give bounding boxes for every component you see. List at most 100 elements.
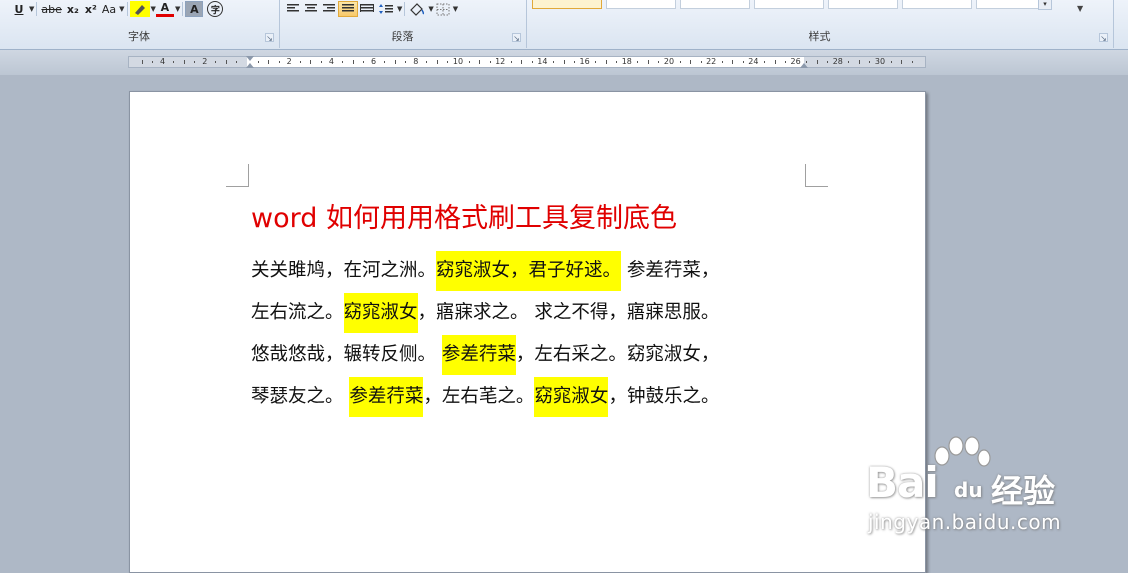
watermark-brand: Bai <box>866 458 939 507</box>
justify-icon[interactable] <box>338 1 358 17</box>
style-gallery-item[interactable] <box>680 0 750 9</box>
ruler-tick <box>785 61 787 63</box>
gallery-more-icon[interactable]: ▾ <box>1038 0 1052 10</box>
underline-button[interactable]: U <box>10 1 28 17</box>
change-case-dropdown-icon[interactable]: ▼ <box>119 5 124 13</box>
ruler-tick <box>468 61 470 63</box>
ruler-left-margin <box>129 57 247 67</box>
borders-icon[interactable] <box>434 1 452 17</box>
ruler-number: 4 <box>160 57 166 66</box>
styles-gallery <box>532 0 1050 10</box>
highlighted-text[interactable]: 窈窕淑女，君子好逑。 <box>436 251 622 291</box>
text-run[interactable]: ，钟鼓乐之。 <box>608 386 719 407</box>
strikethrough-button[interactable]: abe <box>39 1 64 17</box>
ruler-tick <box>394 60 396 64</box>
body-line[interactable]: 悠哉悠哉，辗转反侧。 参差荇菜，左右采之。窈窕淑女， <box>251 334 811 376</box>
subscript-button[interactable]: x₂ <box>64 1 82 17</box>
line-spacing-icon[interactable] <box>376 1 396 17</box>
ruler-tick <box>911 61 913 63</box>
line-spacing-dropdown-icon[interactable]: ▼ <box>397 5 402 13</box>
document-page[interactable]: word 如何用用格式刷工具复制底色 关关雎鸠，在河之洲。窈窕淑女，君子好逑。 … <box>129 91 926 573</box>
ruler-tick <box>363 61 365 63</box>
ruler-number: 2 <box>286 57 292 66</box>
borders-dropdown-icon[interactable]: ▼ <box>453 5 458 13</box>
ruler-tick <box>531 61 533 63</box>
ruler-number: 22 <box>706 57 717 66</box>
ruler-number: 26 <box>790 57 801 66</box>
highlighted-text[interactable]: 参差荇菜 <box>349 377 424 417</box>
text-run[interactable]: ，寤寐求之。 求之不得，寤寐思服。 <box>418 302 720 323</box>
ruler-number: 16 <box>579 57 590 66</box>
ruler-tick <box>605 60 607 64</box>
font-color-dropdown-icon[interactable]: ▼ <box>175 5 180 13</box>
character-shading-button[interactable]: A <box>185 1 204 17</box>
body-line[interactable]: 左右流之。窈窕淑女，寤寐求之。 求之不得，寤寐思服。 <box>251 292 811 334</box>
crop-mark-top-left <box>226 164 249 187</box>
ruler-tick <box>552 61 554 63</box>
text-highlight-icon[interactable] <box>129 1 150 17</box>
style-gallery-item[interactable] <box>976 0 1046 9</box>
ruler-tick <box>320 61 322 63</box>
ruler-tick <box>447 61 449 63</box>
watermark-brand-cn: 经验 <box>991 472 1056 510</box>
text-run[interactable]: 参差荇菜， <box>621 260 720 281</box>
text-run[interactable]: 左右流之。 <box>251 302 344 323</box>
align-left-icon[interactable] <box>284 1 302 17</box>
text-run[interactable]: 悠哉悠哉，辗转反侧。 <box>251 344 442 365</box>
styles-group-label: 样式 <box>808 30 831 43</box>
underline-dropdown-icon[interactable]: ▼ <box>29 5 34 13</box>
style-gallery-item[interactable] <box>606 0 676 9</box>
align-right-icon[interactable] <box>320 1 338 17</box>
ruler-tick <box>268 60 270 64</box>
ruler-tick <box>742 61 744 63</box>
ruler-tick <box>479 60 481 64</box>
style-gallery-item[interactable] <box>828 0 898 9</box>
horizontal-ruler[interactable]: 4 2 2 4 6 8 10 12 14 16 18 20 22 24 26 28 30 <box>128 56 926 68</box>
superscript-button[interactable]: x² <box>82 1 100 17</box>
enclose-characters-button[interactable]: 字 <box>207 1 224 17</box>
ruler-tick <box>310 60 312 64</box>
document-title[interactable]: word 如何用用格式刷工具复制底色 <box>251 201 677 237</box>
group-separator <box>1113 0 1114 48</box>
styles-dialog-launcher-icon[interactable]: ↘ <box>1099 33 1108 43</box>
shading-icon[interactable] <box>407 1 427 17</box>
ruler-tick <box>436 60 438 64</box>
document-body[interactable]: 关关雎鸠，在河之洲。窈窕淑女，君子好逑。 参差荇菜， 左右流之。窈窕淑女，寤寐求之… <box>251 250 811 418</box>
style-gallery-item[interactable] <box>754 0 824 9</box>
text-run[interactable]: ，左右采之。窈窕淑女， <box>516 344 720 365</box>
paragraph-group: ▼ ▼ ▼ 段落 ↘ <box>280 0 525 48</box>
body-line[interactable]: 关关雎鸠，在河之洲。窈窕淑女，君子好逑。 参差荇菜， <box>251 250 811 292</box>
ruler-tick <box>278 61 280 63</box>
highlighted-text[interactable]: 窈窕淑女 <box>534 377 609 417</box>
ruler-tick <box>616 61 618 63</box>
ruler-number: 8 <box>413 57 419 66</box>
highlighted-text[interactable]: 窈窕淑女 <box>343 293 418 333</box>
style-gallery-item[interactable] <box>902 0 972 9</box>
ruler-number: 2 <box>202 57 208 66</box>
highlighted-text[interactable]: 参差荇菜 <box>441 335 516 375</box>
right-indent-marker[interactable] <box>800 63 808 68</box>
style-gallery-item[interactable] <box>532 0 602 9</box>
text-run[interactable]: 琴瑟友之。 <box>251 386 349 407</box>
text-run[interactable]: ，左右芼之。 <box>423 386 534 407</box>
first-line-indent-marker[interactable] <box>246 56 254 61</box>
ruler-tick <box>257 61 259 63</box>
font-dialog-launcher-icon[interactable]: ↘ <box>265 33 274 43</box>
watermark-url: jingyan.baidu.com <box>868 510 1062 534</box>
ruler-tick <box>141 60 143 64</box>
change-styles-dropdown-icon[interactable]: ▼ <box>1077 4 1083 13</box>
change-case-button[interactable]: Aa <box>100 1 118 17</box>
ruler-tick <box>194 61 196 63</box>
font-color-button[interactable]: A <box>155 1 174 17</box>
paragraph-dialog-launcher-icon[interactable]: ↘ <box>512 33 521 43</box>
separator <box>182 2 184 16</box>
font-group-label: 字体 <box>128 30 150 43</box>
body-line[interactable]: 琴瑟友之。 参差荇菜，左右芼之。窈窕淑女，钟鼓乐之。 <box>251 376 811 418</box>
distributed-align-icon[interactable] <box>358 1 376 17</box>
ruler-number: 20 <box>663 57 675 66</box>
left-indent-marker[interactable] <box>246 63 254 68</box>
align-center-icon[interactable] <box>302 1 320 17</box>
separator <box>36 2 38 16</box>
ruler-number: 12 <box>495 57 506 66</box>
text-run[interactable]: 关关雎鸠，在河之洲。 <box>251 260 436 281</box>
